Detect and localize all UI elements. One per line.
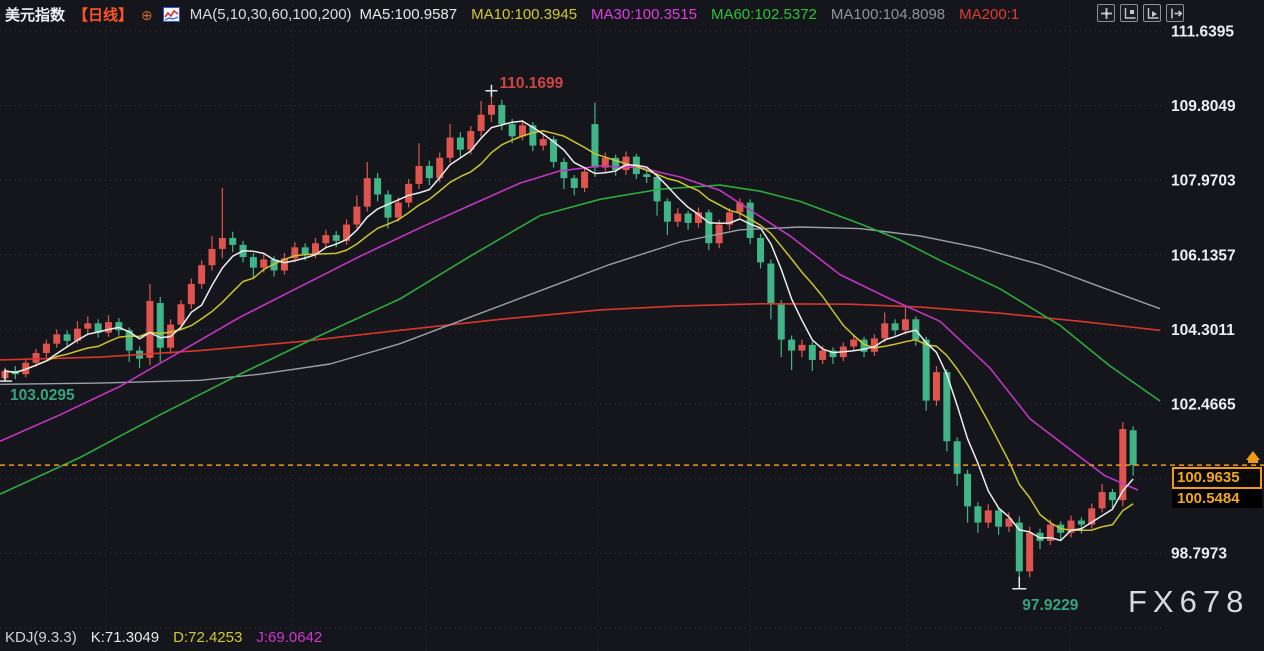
kdj-footer: KDJ(9.3.3) K:71.3049 D:72.4253 J:69.0642 xyxy=(5,629,322,646)
axis-price-label: 111.6395 xyxy=(1171,24,1234,41)
ma-value: MA30:100.3515 xyxy=(591,6,697,23)
kdj-j-value: J:69.0642 xyxy=(256,629,322,646)
ma-value: MA200:1 xyxy=(959,6,1019,23)
ma-values-row: MA5:100.9587 MA10:100.3945 MA30:100.3515 MA… xyxy=(360,6,1034,23)
ma-value: MA5:100.9587 xyxy=(360,6,458,23)
axis-price-label: 102.4665 xyxy=(1171,396,1236,413)
axis-play-icon[interactable] xyxy=(1143,4,1161,22)
kdj-d-value: D:72.4253 xyxy=(173,629,242,646)
axis-price-label: 107.9703 xyxy=(1171,173,1236,190)
candlestick-chart[interactable]: 111.6395 109.8049 107.9703 106.1357 104.3011… xyxy=(0,0,1264,651)
ma-value: MA100:104.8098 xyxy=(831,6,945,23)
move-crosshair-icon[interactable] xyxy=(1097,4,1115,22)
axis-price-label: 98.7973 xyxy=(1171,546,1227,563)
chart-header: 美元指数 【日线】 ⊕ MA(5,10,30,60,100,200) MA5:1… xyxy=(5,4,1033,25)
kdj-k-value: K:71.3049 xyxy=(91,629,159,646)
secondary-price-tag: 100.5484 xyxy=(1172,489,1262,508)
price-annotation: 103.0295 xyxy=(10,387,75,404)
price-up-arrow-icon xyxy=(1246,451,1260,460)
axis-price-label: 106.1357 xyxy=(1171,247,1236,264)
mini-line-chart-icon[interactable] xyxy=(163,7,180,22)
current-price-tag: 100.9635 xyxy=(1172,467,1262,489)
ma-value: MA60:102.5372 xyxy=(711,6,817,23)
symbol-title: 美元指数 xyxy=(5,4,65,25)
period-label[interactable]: 【日线】 xyxy=(73,4,133,25)
ma-settings-label[interactable]: MA(5,10,30,60,100,200) xyxy=(190,6,352,23)
axis-price-label: 104.3011 xyxy=(1171,322,1235,339)
axis-scale-icon[interactable] xyxy=(1120,4,1138,22)
kdj-params-label: KDJ(9.3.3) xyxy=(5,629,77,646)
chart-toolbar xyxy=(1097,4,1184,22)
axis-price-label: 109.8049 xyxy=(1171,98,1236,115)
compare-plus-icon[interactable]: ⊕ xyxy=(141,8,153,22)
dollar-index-chart-app: 111.6395 109.8049 107.9703 106.1357 104.3011… xyxy=(0,0,1264,651)
price-annotation: 110.1699 xyxy=(499,75,563,92)
ma-value: MA10:100.3945 xyxy=(471,6,577,23)
watermark: FX678 xyxy=(1128,584,1249,620)
pan-right-icon[interactable] xyxy=(1166,4,1184,22)
price-annotation: 97.9229 xyxy=(1022,597,1078,614)
